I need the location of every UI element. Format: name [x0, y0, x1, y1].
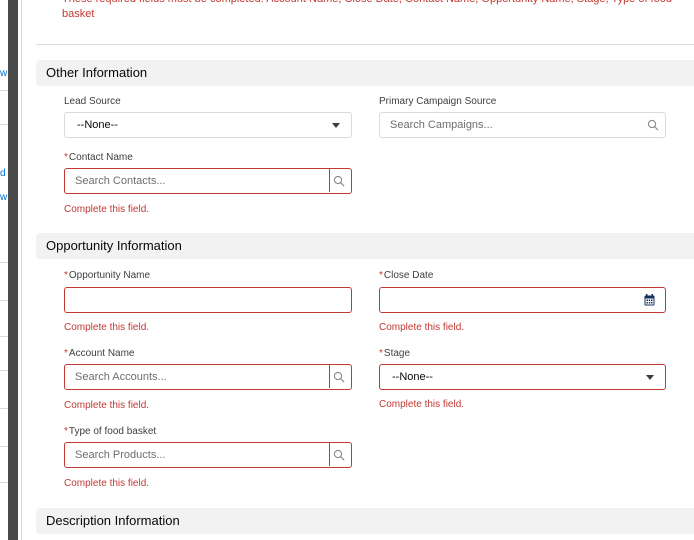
stage-error: Complete this field.	[379, 399, 465, 410]
close-date-label: *Close Date	[379, 270, 434, 281]
search-icon	[333, 371, 345, 383]
opportunity-name-input[interactable]	[64, 287, 352, 313]
account-name-search-input[interactable]: Search Accounts...	[64, 364, 352, 390]
chevron-down-icon	[332, 123, 340, 128]
section-title: Description Information	[46, 513, 180, 528]
lead-source-value: --None--	[77, 119, 118, 131]
modal-shadow-edge	[8, 0, 18, 540]
backdrop-divider	[0, 446, 8, 447]
food-basket-search-input[interactable]: Search Products...	[64, 442, 352, 468]
food-basket-error: Complete this field.	[64, 478, 150, 489]
input-separator	[329, 443, 330, 466]
account-name-label: *Account Name	[64, 348, 135, 359]
stage-value: --None--	[392, 371, 433, 383]
contact-name-placeholder: Search Contacts...	[75, 175, 166, 187]
account-name-placeholder: Search Accounts...	[75, 371, 167, 383]
stage-label: *Stage	[379, 348, 411, 359]
new-opportunity-modal: These required fields must be completed:…	[22, 0, 694, 540]
backdrop-divider	[0, 300, 8, 301]
lead-source-label: Lead Source	[64, 96, 121, 107]
primary-campaign-search-input[interactable]: Search Campaigns...	[379, 112, 666, 138]
section-header-description-information[interactable]: Description Information	[36, 508, 694, 534]
section-title: Opportunity Information	[46, 238, 182, 253]
required-fields-error: These required fields must be completed:…	[62, 0, 672, 20]
input-separator	[329, 169, 330, 192]
opportunity-name-error: Complete this field.	[64, 322, 150, 333]
section-header-other-information[interactable]: Other Information	[36, 60, 694, 86]
search-icon	[647, 119, 659, 131]
section-title: Other Information	[46, 65, 148, 80]
lead-source-select[interactable]: --None--	[64, 112, 352, 138]
contact-name-label: *Contact Name	[64, 152, 133, 163]
backdrop-divider	[0, 90, 8, 91]
search-icon	[333, 449, 345, 461]
divider	[36, 44, 694, 45]
backdrop-text-fragment: d	[0, 168, 6, 179]
primary-campaign-source-label: Primary Campaign Source	[379, 96, 497, 107]
primary-campaign-placeholder: Search Campaigns...	[390, 119, 493, 131]
backdrop-divider	[0, 336, 8, 337]
account-name-error: Complete this field.	[64, 400, 150, 411]
search-icon	[333, 175, 345, 187]
input-separator	[329, 365, 330, 388]
backdrop-text-fragment: w	[0, 192, 8, 203]
calendar-icon[interactable]	[644, 294, 655, 306]
chevron-down-icon	[646, 375, 654, 380]
backdrop-divider	[0, 482, 8, 483]
food-basket-label: *Type of food basket	[64, 426, 157, 437]
backdrop-divider	[0, 408, 8, 409]
backdrop-divider	[0, 124, 8, 125]
backdrop-divider	[0, 370, 8, 371]
food-basket-placeholder: Search Products...	[75, 449, 166, 461]
close-date-input[interactable]	[379, 287, 666, 313]
contact-name-error: Complete this field.	[64, 204, 150, 215]
backdrop-text-fragment: w	[0, 68, 8, 79]
backdrop-divider	[0, 262, 8, 263]
section-header-opportunity-information[interactable]: Opportunity Information	[36, 233, 694, 259]
page-backdrop: w d w	[0, 0, 22, 540]
stage-select[interactable]: --None--	[379, 364, 666, 390]
opportunity-name-label: *Opportunity Name	[64, 270, 151, 281]
close-date-error: Complete this field.	[379, 322, 465, 333]
contact-name-search-input[interactable]: Search Contacts...	[64, 168, 352, 194]
